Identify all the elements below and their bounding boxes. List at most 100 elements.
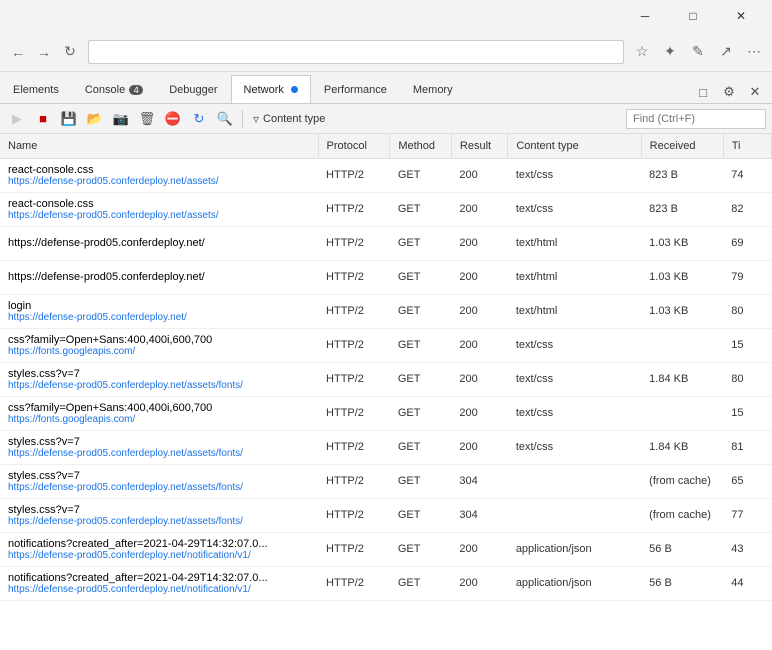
row-ti: 77 (723, 498, 771, 532)
disable-cache-button[interactable]: ⛔ (162, 108, 184, 130)
table-row[interactable]: css?family=Open+Sans:400,400i,600,700htt… (0, 396, 772, 430)
screenshot-button[interactable]: 📷 (110, 108, 132, 130)
row-protocol: HTTP/2 (318, 294, 390, 328)
row-received: (from cache) (641, 498, 723, 532)
row-method: GET (390, 328, 452, 362)
row-result: 200 (451, 158, 507, 192)
tab-performance[interactable]: Performance (311, 75, 400, 103)
row-method: GET (390, 430, 452, 464)
row-name: https://defense-prod05.conferdeploy.net/ (8, 271, 205, 283)
row-protocol: HTTP/2 (318, 464, 390, 498)
row-received: 56 B (641, 566, 723, 600)
table-row[interactable]: css?family=Open+Sans:400,400i,600,700htt… (0, 328, 772, 362)
find-input[interactable] (626, 109, 766, 129)
tab-console[interactable]: Console 4 (72, 75, 156, 103)
row-received: 1.84 KB (641, 430, 723, 464)
row-content_type: text/css (508, 328, 641, 362)
row-protocol: HTTP/2 (318, 498, 390, 532)
row-content_type: application/json (508, 566, 641, 600)
row-received: 823 B (641, 158, 723, 192)
star-icon[interactable]: ✦ (660, 42, 680, 62)
content-type-label: Content type (263, 113, 325, 125)
table-row[interactable]: notifications?created_after=2021-04-29T1… (0, 566, 772, 600)
pen-icon[interactable]: ✎ (688, 42, 708, 62)
row-received: (from cache) (641, 464, 723, 498)
row-method: GET (390, 396, 452, 430)
tab-debugger[interactable]: Debugger (156, 75, 230, 103)
throttle-button[interactable]: ↻ (188, 108, 210, 130)
row-name: styles.css?v=7 (8, 504, 80, 516)
close-button[interactable]: ✕ (718, 0, 764, 32)
row-url: https://defense-prod05.conferdeploy.net/ (8, 312, 310, 323)
row-method: GET (390, 226, 452, 260)
forward-icon[interactable]: → (34, 42, 54, 62)
table-row[interactable]: https://defense-prod05.conferdeploy.net/… (0, 260, 772, 294)
col-header-received: Received (641, 134, 723, 158)
row-url: https://defense-prod05.conferdeploy.net/… (8, 516, 310, 527)
row-result: 200 (451, 362, 507, 396)
table-row[interactable]: react-console.csshttps://defense-prod05.… (0, 192, 772, 226)
row-result: 200 (451, 396, 507, 430)
row-url: https://defense-prod05.conferdeploy.net/… (8, 448, 310, 459)
settings-icon[interactable]: ⚙ (718, 81, 740, 103)
col-header-protocol: Protocol (318, 134, 390, 158)
row-protocol: HTTP/2 (318, 192, 390, 226)
dock-icon[interactable]: □ (692, 81, 714, 103)
network-table-container[interactable]: Name Protocol Method Result Content type… (0, 134, 772, 650)
browser-toolbar: ← → ↻ ☆ ✦ ✎ ↗ ⋯ (0, 32, 772, 72)
row-url: https://defense-prod05.conferdeploy.net/… (8, 550, 310, 561)
table-row[interactable]: styles.css?v=7https://defense-prod05.con… (0, 464, 772, 498)
row-url: https://defense-prod05.conferdeploy.net/… (8, 482, 310, 493)
row-url: https://defense-prod05.conferdeploy.net/… (8, 380, 310, 391)
maximize-button[interactable]: □ (670, 0, 716, 32)
tab-elements[interactable]: Elements (0, 75, 72, 103)
table-row[interactable]: styles.css?v=7https://defense-prod05.con… (0, 498, 772, 532)
share-icon[interactable]: ↗ (716, 42, 736, 62)
row-received (641, 328, 723, 362)
content-type-filter[interactable]: ▿ Content type (253, 112, 325, 126)
row-content_type: text/html (508, 226, 641, 260)
row-content_type: text/css (508, 430, 641, 464)
row-protocol: HTTP/2 (318, 532, 390, 566)
row-content_type: text/html (508, 260, 641, 294)
tab-network[interactable]: Network (231, 75, 311, 103)
row-method: GET (390, 294, 452, 328)
col-header-ti: Ti (723, 134, 771, 158)
find-box (626, 109, 766, 129)
search-button[interactable]: 🔍 (214, 108, 236, 130)
tab-memory[interactable]: Memory (400, 75, 466, 103)
network-active-dot (291, 86, 298, 93)
table-row[interactable]: styles.css?v=7https://defense-prod05.con… (0, 362, 772, 396)
bookmark-icon[interactable]: ☆ (632, 42, 652, 62)
row-result: 200 (451, 532, 507, 566)
row-method: GET (390, 192, 452, 226)
import-button[interactable]: 📂 (84, 108, 106, 130)
row-ti: 81 (723, 430, 771, 464)
row-url: https://fonts.googleapis.com/ (8, 346, 310, 357)
table-row[interactable]: react-console.csshttps://defense-prod05.… (0, 158, 772, 192)
devtools-close-icon[interactable]: ✕ (744, 81, 766, 103)
trash-button[interactable]: 🗑 (136, 108, 158, 130)
filter-icon: ▿ (253, 112, 259, 126)
row-result: 200 (451, 294, 507, 328)
record-button[interactable]: ▶ (6, 108, 28, 130)
table-row[interactable]: https://defense-prod05.conferdeploy.net/… (0, 226, 772, 260)
table-row[interactable]: styles.css?v=7https://defense-prod05.con… (0, 430, 772, 464)
table-row[interactable]: loginhttps://defense-prod05.conferdeploy… (0, 294, 772, 328)
minimize-button[interactable]: ─ (622, 0, 668, 32)
more-icon[interactable]: ⋯ (744, 42, 764, 62)
network-toolbar: ▶ ■ 💾 📂 📷 🗑 ⛔ ↻ 🔍 ▿ Content type (0, 104, 772, 134)
back-icon[interactable]: ← (8, 42, 28, 62)
save-button[interactable]: 💾 (58, 108, 80, 130)
table-row[interactable]: notifications?created_after=2021-04-29T1… (0, 532, 772, 566)
stop-button[interactable]: ■ (32, 108, 54, 130)
row-content_type: text/css (508, 158, 641, 192)
title-bar: ─ □ ✕ (0, 0, 772, 32)
row-name: css?family=Open+Sans:400,400i,600,700 (8, 402, 212, 414)
row-ti: 44 (723, 566, 771, 600)
reload-icon[interactable]: ↻ (60, 42, 80, 62)
row-ti: 43 (723, 532, 771, 566)
row-result: 200 (451, 430, 507, 464)
row-method: GET (390, 464, 452, 498)
row-received: 1.84 KB (641, 362, 723, 396)
